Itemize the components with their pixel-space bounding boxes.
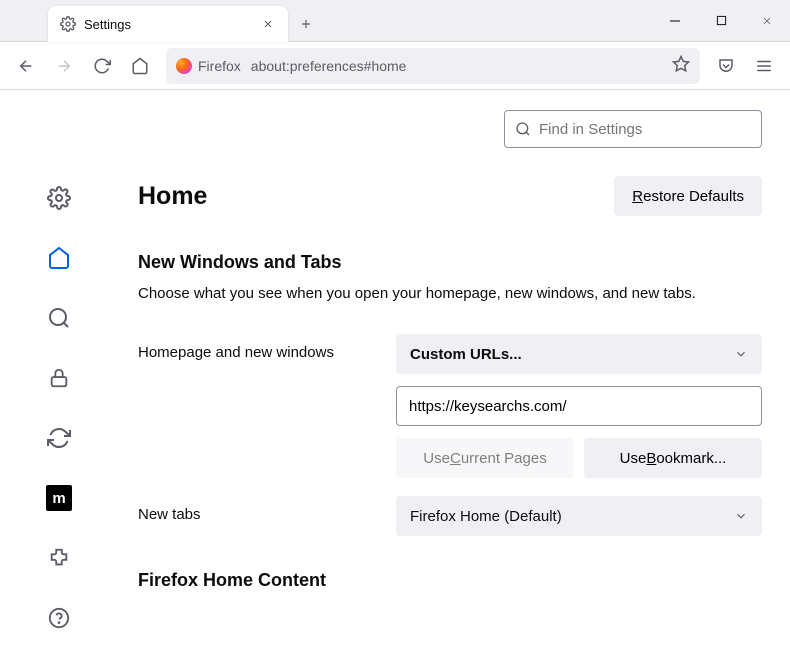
- settings-search[interactable]: [504, 110, 762, 148]
- homepage-label: Homepage and new windows: [138, 334, 396, 361]
- main-panel: Home RRestore Defaultsestore Defaults Ne…: [118, 90, 790, 645]
- gear-icon: [60, 16, 76, 32]
- chevron-down-icon: [734, 509, 748, 523]
- back-button[interactable]: [8, 48, 44, 84]
- url-bar[interactable]: Firefox about:preferences#home: [166, 48, 700, 84]
- sidebar-item-home[interactable]: [43, 242, 75, 274]
- content-area: m Home RRestore Defaultsestore Defaults …: [0, 90, 790, 645]
- save-to-pocket-button[interactable]: [708, 48, 744, 84]
- sidebar-item-sync[interactable]: [43, 422, 75, 454]
- close-icon[interactable]: [260, 16, 276, 32]
- forward-button[interactable]: [46, 48, 82, 84]
- sidebar-item-privacy[interactable]: [43, 362, 75, 394]
- toolbar: Firefox about:preferences#home: [0, 42, 790, 90]
- url-text: about:preferences#home: [251, 58, 672, 74]
- search-icon: [515, 121, 531, 137]
- title-bar: Settings: [0, 0, 790, 42]
- firefox-home-content-title: Firefox Home Content: [138, 570, 762, 591]
- settings-search-input[interactable]: [539, 121, 751, 138]
- new-tab-button[interactable]: [288, 6, 324, 41]
- home-button[interactable]: [122, 48, 158, 84]
- sidebar-item-general[interactable]: [43, 182, 75, 214]
- sidebar-item-search[interactable]: [43, 302, 75, 334]
- sidebar-item-extensions[interactable]: [43, 542, 75, 574]
- chevron-down-icon: [734, 347, 748, 361]
- restore-defaults-button[interactable]: RRestore Defaultsestore Defaults: [614, 176, 762, 216]
- sidebar: m: [0, 90, 118, 645]
- newtabs-label: New tabs: [138, 496, 396, 523]
- sidebar-item-more-mozilla[interactable]: m: [43, 482, 75, 514]
- section-new-windows-title: New Windows and Tabs: [138, 252, 762, 273]
- homepage-mode-select[interactable]: Custom URLs...: [396, 334, 762, 374]
- mozilla-icon: m: [46, 485, 72, 511]
- newtabs-value: Firefox Home (Default): [410, 508, 562, 525]
- homepage-mode-value: Custom URLs...: [410, 346, 522, 363]
- newtabs-select[interactable]: Firefox Home (Default): [396, 496, 762, 536]
- close-window-button[interactable]: [744, 0, 790, 41]
- section-new-windows-desc: Choose what you see when you open your h…: [138, 285, 762, 302]
- tab-title: Settings: [84, 17, 260, 32]
- sidebar-item-help[interactable]: [43, 602, 75, 634]
- app-menu-button[interactable]: [746, 48, 782, 84]
- firefox-logo-icon: [176, 58, 192, 74]
- identity-label: Firefox: [198, 58, 241, 74]
- maximize-button[interactable]: [698, 0, 744, 41]
- homepage-url-input[interactable]: [396, 386, 762, 426]
- bookmark-star-icon[interactable]: [672, 55, 690, 76]
- identity-box: Firefox: [176, 58, 241, 74]
- use-bookmark-button[interactable]: Use Bookmark...: [584, 438, 762, 478]
- window-controls: [652, 0, 790, 41]
- browser-tab[interactable]: Settings: [48, 6, 288, 42]
- use-current-pages-button[interactable]: Use Current Pages: [396, 438, 574, 478]
- reload-button[interactable]: [84, 48, 120, 84]
- minimize-button[interactable]: [652, 0, 698, 41]
- page-title: Home: [138, 182, 207, 211]
